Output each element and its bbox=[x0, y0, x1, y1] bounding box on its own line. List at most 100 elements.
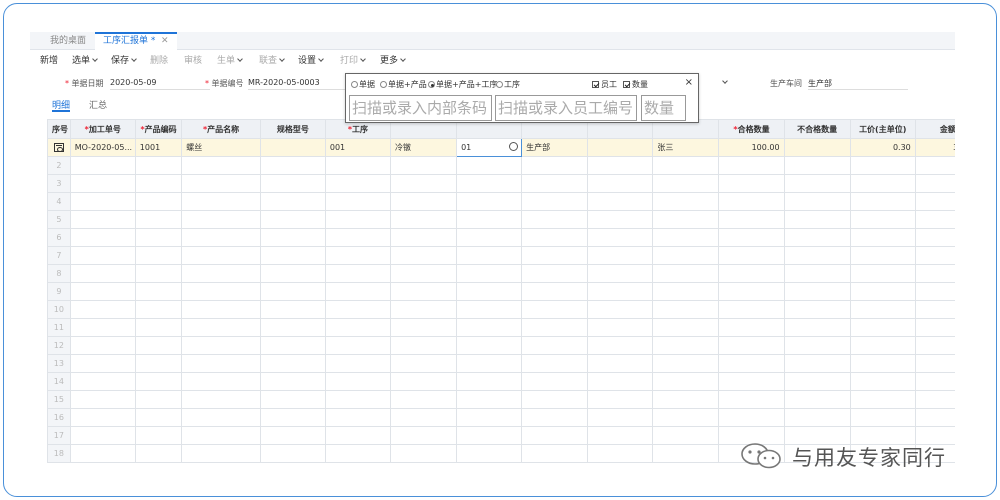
grid-cell[interactable] bbox=[324, 336, 391, 355]
grid-cell[interactable] bbox=[849, 192, 916, 211]
grid-cell[interactable] bbox=[259, 354, 326, 373]
grid-cell[interactable] bbox=[652, 300, 720, 319]
cell-process-name[interactable]: 冷镦 bbox=[389, 138, 458, 157]
grid-cell[interactable] bbox=[69, 354, 136, 373]
grid-cell[interactable] bbox=[587, 354, 654, 373]
grid-cell[interactable] bbox=[456, 354, 523, 373]
grid-cell[interactable] bbox=[652, 336, 720, 355]
grid-cell[interactable] bbox=[259, 192, 326, 211]
grid-cell[interactable] bbox=[652, 318, 720, 337]
grid-cell[interactable] bbox=[134, 426, 183, 445]
grid-cell[interactable] bbox=[69, 318, 136, 337]
grid-cell[interactable] bbox=[783, 300, 851, 319]
table-row[interactable]: 3 bbox=[47, 174, 955, 193]
grid-cell[interactable] bbox=[181, 282, 261, 301]
grid-cell[interactable] bbox=[587, 264, 654, 283]
grid-cell[interactable] bbox=[783, 228, 851, 247]
grid-cell[interactable] bbox=[652, 174, 720, 193]
grid-cell[interactable] bbox=[324, 444, 391, 463]
grid-cell[interactable] bbox=[587, 300, 654, 319]
grid-cell[interactable] bbox=[587, 210, 654, 229]
search-icon[interactable] bbox=[509, 142, 519, 151]
cell-price[interactable]: 0.30 bbox=[849, 138, 916, 157]
grid-cell[interactable] bbox=[134, 372, 183, 391]
grid-cell[interactable] bbox=[69, 192, 136, 211]
grid-cell[interactable] bbox=[587, 318, 654, 337]
grid-cell[interactable] bbox=[324, 192, 391, 211]
grid-cell[interactable] bbox=[259, 210, 326, 229]
tab-home[interactable]: 我的桌面 bbox=[50, 32, 86, 50]
grid-cell[interactable] bbox=[718, 156, 785, 175]
grid-cell[interactable] bbox=[389, 228, 458, 247]
grid-cell[interactable] bbox=[134, 246, 183, 265]
table-row[interactable]: MO-2020-05... 1001 螺丝 001 冷镦 01 生产部 张三 1… bbox=[47, 138, 955, 157]
grid-cell[interactable] bbox=[456, 174, 523, 193]
grid-cell[interactable] bbox=[652, 372, 720, 391]
grid-cell[interactable] bbox=[521, 246, 589, 265]
grid-cell[interactable] bbox=[783, 336, 851, 355]
cell-order[interactable]: MO-2020-05... bbox=[69, 138, 136, 157]
grid-cell[interactable] bbox=[181, 426, 261, 445]
grid-cell[interactable] bbox=[324, 408, 391, 427]
grid-cell[interactable] bbox=[324, 372, 391, 391]
grid-cell[interactable] bbox=[849, 336, 916, 355]
grid-cell[interactable] bbox=[587, 228, 654, 247]
grid-cell[interactable] bbox=[456, 228, 523, 247]
checkbox-employee[interactable]: 员工 bbox=[592, 79, 617, 90]
grid-cell[interactable] bbox=[652, 246, 720, 265]
grid-cell[interactable] bbox=[134, 210, 183, 229]
grid-cell[interactable] bbox=[389, 156, 458, 175]
grid-cell[interactable] bbox=[324, 174, 391, 193]
grid-cell[interactable] bbox=[456, 426, 523, 445]
grid-cell[interactable] bbox=[718, 174, 785, 193]
more-button[interactable]: 更多 bbox=[380, 53, 406, 70]
grid-cell[interactable] bbox=[259, 300, 326, 319]
grid-cell[interactable] bbox=[324, 282, 391, 301]
print-button[interactable]: 打印 bbox=[340, 53, 366, 70]
grid-cell[interactable] bbox=[324, 210, 391, 229]
grid-cell[interactable] bbox=[783, 372, 851, 391]
grid-cell[interactable] bbox=[587, 246, 654, 265]
save-button[interactable]: 保存 bbox=[111, 53, 137, 70]
grid-cell[interactable] bbox=[652, 354, 720, 373]
grid-cell[interactable] bbox=[521, 156, 589, 175]
grid-cell[interactable] bbox=[783, 210, 851, 229]
tab-detail[interactable]: 明细 bbox=[52, 98, 71, 112]
table-row[interactable]: 15 bbox=[47, 390, 955, 409]
cell-spec[interactable] bbox=[259, 138, 326, 157]
number-field[interactable]: MR-2020-05-0003 bbox=[248, 78, 353, 90]
grid-cell[interactable] bbox=[718, 228, 785, 247]
grid-cell[interactable] bbox=[521, 444, 589, 463]
grid-cell[interactable] bbox=[181, 210, 261, 229]
grid-cell[interactable] bbox=[652, 282, 720, 301]
grid-cell[interactable] bbox=[134, 282, 183, 301]
grid-cell[interactable] bbox=[456, 318, 523, 337]
grid-cell[interactable] bbox=[718, 210, 785, 229]
grid-cell[interactable] bbox=[652, 156, 720, 175]
grid-cell[interactable] bbox=[69, 156, 136, 175]
grid-cell[interactable] bbox=[181, 228, 261, 247]
grid-cell[interactable] bbox=[134, 336, 183, 355]
grid-cell[interactable] bbox=[324, 228, 391, 247]
table-row[interactable]: 11 bbox=[47, 318, 955, 337]
cell-work-center[interactable]: 01 bbox=[456, 138, 523, 157]
grid-cell[interactable] bbox=[69, 390, 136, 409]
grid-cell[interactable] bbox=[181, 192, 261, 211]
row-menu-icon[interactable] bbox=[53, 143, 64, 152]
grid-cell[interactable] bbox=[456, 408, 523, 427]
close-icon[interactable]: × bbox=[685, 77, 693, 88]
cell-employee[interactable]: 张三 bbox=[652, 138, 720, 157]
checkbox-qty[interactable]: 数量 bbox=[623, 79, 648, 90]
table-row[interactable]: 4 bbox=[47, 192, 955, 211]
barcode-input[interactable]: 扫描或录入内部条码 bbox=[349, 95, 492, 121]
grid-cell[interactable] bbox=[783, 174, 851, 193]
tab-summary[interactable]: 汇总 bbox=[89, 98, 107, 111]
row-action-cell[interactable] bbox=[47, 138, 71, 157]
grid-cell[interactable] bbox=[389, 390, 458, 409]
grid-cell[interactable] bbox=[134, 156, 183, 175]
select-order-button[interactable]: 选单 bbox=[72, 53, 98, 70]
grid-cell[interactable] bbox=[69, 174, 136, 193]
grid-cell[interactable] bbox=[587, 372, 654, 391]
close-icon[interactable]: ✕ bbox=[161, 34, 169, 49]
radio-bill-product[interactable]: 单据+产品 bbox=[380, 79, 427, 90]
